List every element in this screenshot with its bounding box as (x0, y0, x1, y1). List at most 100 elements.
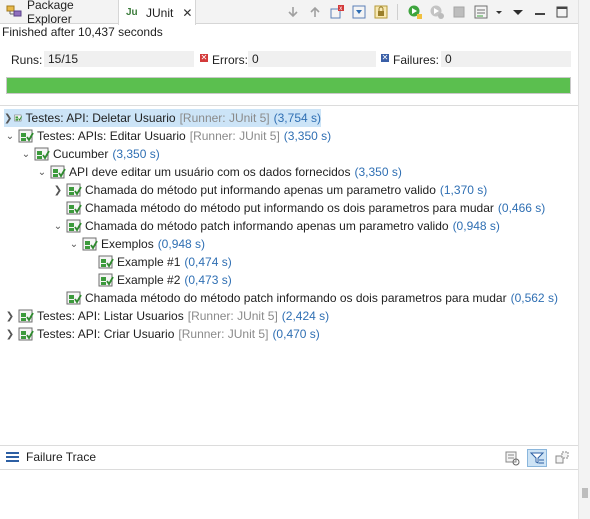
tree-node-cucumber[interactable]: ⌄ Cucumber (3,350 s) (20, 145, 160, 163)
test-suite-pass-icon (66, 291, 82, 305)
tab-junit-label: JUnit (146, 5, 174, 20)
tree-node-name: Chamada método do método put informando … (85, 201, 494, 215)
test-suite-pass-icon (98, 255, 114, 269)
show-failures-only-icon[interactable]: x (328, 3, 345, 20)
tree-node-runner: [Runner: JUnit 5] (179, 111, 270, 125)
tree-node-name: Chamada do método put informando apenas … (85, 183, 436, 197)
filter-stack-trace-icon[interactable] (527, 449, 547, 467)
no-expander (84, 253, 96, 271)
tree-node-runner: [Runner: JUnit 5] (178, 327, 269, 341)
chevron-down-icon[interactable]: ⌄ (36, 163, 48, 181)
maximize-icon[interactable] (553, 3, 570, 20)
compare-results-icon[interactable] (502, 449, 522, 467)
tree-node-name: Testes: API: Deletar Usuario (25, 111, 176, 125)
test-suite-pass-icon (82, 237, 98, 251)
tree-node-time: (3,754 s) (273, 111, 321, 125)
next-failure-icon[interactable] (284, 3, 301, 20)
junit-toolbar: x (284, 3, 570, 20)
test-suite-pass-icon (18, 327, 34, 341)
no-expander (52, 289, 64, 307)
tree-node-example-1[interactable]: Example #1 (0,474 s) (84, 253, 232, 271)
copy-trace-icon[interactable] (552, 449, 572, 467)
progress-fill (7, 78, 570, 93)
stop-icon[interactable] (450, 3, 467, 20)
scrollbar-marker (582, 488, 588, 498)
chevron-down-icon[interactable] (494, 3, 504, 20)
test-suite-pass-icon (66, 201, 82, 215)
tree-node-example-2[interactable]: Example #2 (0,473 s) (84, 271, 232, 289)
tree-node-runner: [Runner: JUnit 5] (187, 309, 278, 323)
svg-text:Ju: Ju (126, 7, 138, 18)
chevron-down-icon[interactable]: ⌄ (52, 217, 64, 235)
tree-node-name: Example #1 (117, 255, 181, 269)
test-suite-pass-icon (66, 219, 82, 233)
tree-node-time: (0,562 s) (510, 291, 558, 305)
previous-failure-icon[interactable] (306, 3, 323, 20)
failure-trace-header: Failure Trace (0, 445, 578, 470)
tree-node-time: (0,474 s) (184, 255, 232, 269)
chevron-right-icon[interactable]: ❯ (4, 109, 12, 127)
tree-node-patch-dois-parametros[interactable]: Chamada método do método patch informand… (52, 289, 558, 307)
tree-node-time: (0,466 s) (497, 201, 546, 215)
tree-node-name: Chamada do método patch informando apena… (85, 219, 449, 233)
chevron-right-icon[interactable]: ❯ (4, 325, 16, 343)
junit-icon: Ju (125, 3, 141, 22)
tree-node-put-um-parametro[interactable]: ❯ Chamada do método put informando apena… (52, 181, 487, 199)
tree-node-patch-um-parametro[interactable]: ⌄ Chamada do método patch informando ape… (52, 217, 500, 235)
tab-junit[interactable]: Ju JUnit ✕ (118, 0, 196, 25)
failure-trace-title: Failure Trace (6, 450, 96, 464)
side-scrollbar[interactable] (578, 0, 590, 519)
chevron-right-icon[interactable]: ❯ (52, 181, 64, 199)
test-suite-pass-icon (18, 309, 34, 323)
failure-trace-content[interactable] (0, 471, 578, 519)
svg-text:x: x (339, 6, 342, 12)
rerun-failed-first-icon[interactable] (428, 3, 445, 20)
tree-node-name: Testes: API: Criar Usuario (37, 327, 175, 341)
tree-node-name: Exemplos (101, 237, 154, 251)
test-suite-pass-icon (98, 273, 114, 287)
tree-node-time: (3,350 s) (354, 165, 402, 179)
tab-package-explorer[interactable]: Package Explorer (0, 0, 118, 26)
tree-node-put-dois-parametros[interactable]: Chamada método do método put informando … (52, 199, 545, 217)
chevron-right-icon[interactable]: ❯ (4, 307, 16, 325)
history-icon[interactable] (372, 3, 389, 20)
tree-node-suite-editar[interactable]: ⌄ Testes: APIs: Editar Usuario [Runner: … (4, 127, 331, 145)
tree-node-suite-criar[interactable]: ❯ Testes: API: Criar Usuario [Runner: JU… (4, 325, 320, 343)
tree-node-name: Testes: API: Listar Usuarios (37, 309, 184, 323)
tree-node-runner: [Runner: JUnit 5] (189, 129, 280, 143)
tree-node-time: (1,370 s) (439, 183, 488, 197)
chevron-down-icon[interactable]: ⌄ (68, 235, 80, 253)
tree-node-name: API deve editar um usuário com os dados … (69, 165, 351, 179)
tree-node-exemplos[interactable]: ⌄ Exemplos (0,948 s) (68, 235, 205, 253)
test-suite-pass-icon (50, 165, 66, 179)
toolbar-separator (397, 3, 398, 20)
tree-node-name: Cucumber (53, 147, 109, 161)
finished-status: Finished after 10,437 seconds (2, 25, 163, 39)
tree-node-time: (0,470 s) (272, 327, 320, 341)
test-suite-pass-icon (34, 147, 50, 161)
test-progress-bar (6, 77, 571, 94)
failures-label: Failures: (393, 53, 440, 67)
scroll-lock-icon[interactable] (350, 3, 367, 20)
tree-node-time: (2,424 s) (281, 309, 330, 323)
tree-node-suite-deletar[interactable]: ❯ Testes: API: Deletar Usuario [Runner: … (4, 109, 321, 127)
tree-node-suite-listar[interactable]: ❯ Testes: API: Listar Usuarios [Runner: … (4, 307, 329, 325)
minimize-icon[interactable] (531, 3, 548, 20)
chevron-down-icon[interactable]: ⌄ (20, 145, 32, 163)
tree-node-name: Chamada método do método patch informand… (85, 291, 507, 305)
tree-node-scenario[interactable]: ⌄ API deve editar um usuário com os dado… (36, 163, 402, 181)
tree-node-time: (3,350 s) (283, 129, 332, 143)
failure-icon: ✕ (381, 53, 389, 62)
view-menu-icon[interactable] (509, 3, 526, 20)
test-results-tree: ❯ Testes: API: Deletar Usuario [Runner: … (0, 105, 578, 445)
error-icon: ✕ (200, 53, 208, 62)
package-explorer-icon (6, 3, 22, 22)
runs-label: Runs: (11, 53, 43, 67)
chevron-down-icon[interactable]: ⌄ (4, 127, 16, 145)
runs-value: 15/15 (44, 51, 194, 67)
test-suite-pass-icon (66, 183, 82, 197)
close-icon[interactable]: ✕ (182, 6, 192, 20)
rerun-test-icon[interactable] (406, 3, 423, 20)
test-run-history-icon[interactable] (472, 3, 489, 20)
failures-value: 0 (441, 51, 571, 67)
